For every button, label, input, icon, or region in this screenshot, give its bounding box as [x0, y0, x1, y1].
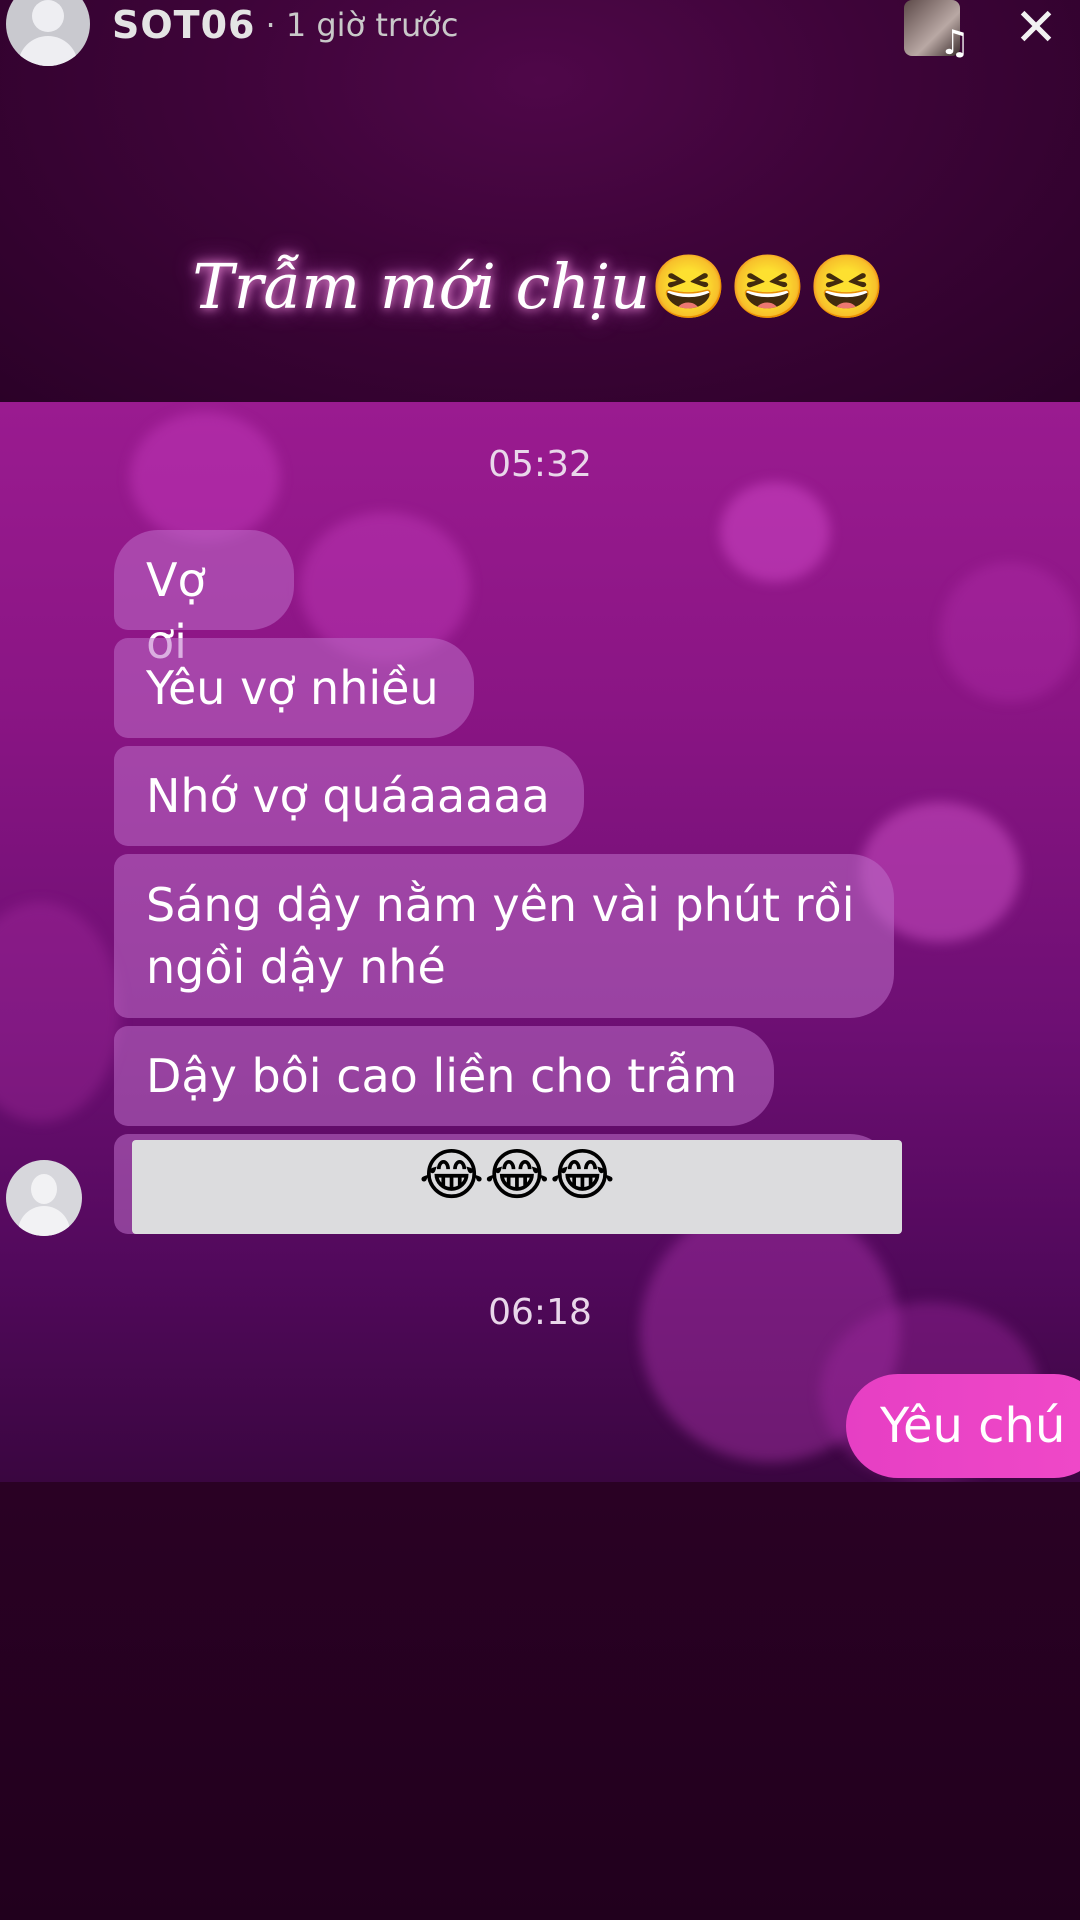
heart-decoration [940, 562, 1080, 702]
close-button[interactable]: ✕ [1010, 2, 1062, 56]
incoming-message[interactable]: Nhớ vợ quáaaaaa [114, 746, 584, 846]
sender-avatar[interactable] [6, 1160, 82, 1236]
heart-decoration [0, 902, 120, 1122]
post-time: · 1 giờ trước [265, 6, 459, 44]
avatar-shoulders-shape [18, 1206, 70, 1236]
close-icon: ✕ [1014, 0, 1058, 58]
music-thumbnail[interactable]: ♫ [904, 0, 970, 60]
incoming-message[interactable]: Dậy bôi cao liền cho trẫm [114, 1026, 774, 1126]
redaction-box: 😂😂😂 [132, 1140, 902, 1234]
heart-decoration [720, 482, 830, 582]
outgoing-message[interactable]: Yêu chú [846, 1374, 1080, 1478]
top-background [0, 0, 1080, 402]
avatar-shoulders-shape [18, 36, 78, 66]
story-caption: Trẫm mới chịu😆😆😆 [0, 250, 1080, 324]
incoming-message[interactable]: Yêu vợ nhiều [114, 638, 474, 738]
story-header: SOT06 · 1 giờ trước [112, 0, 458, 50]
caption-text: Trẫm mới chịu [192, 250, 650, 323]
chat-timestamp: 06:18 [488, 1292, 592, 1333]
incoming-message[interactable]: Vợ ơi [114, 530, 294, 669]
music-note-icon: ♫ [939, 23, 970, 63]
bottom-background [0, 1482, 1080, 1920]
caption-emojis: 😆😆😆 [649, 250, 888, 323]
incoming-message[interactable]: Sáng dậy nằm yên vài phút rồi ngồi dậy n… [114, 854, 894, 1018]
username[interactable]: SOT06 [112, 3, 255, 47]
chat-timestamp: 05:32 [488, 444, 592, 485]
redacted-emojis: 😂😂😂 [418, 1143, 616, 1208]
avatar-head-shape [32, 0, 64, 32]
avatar-head-shape [31, 1174, 57, 1204]
